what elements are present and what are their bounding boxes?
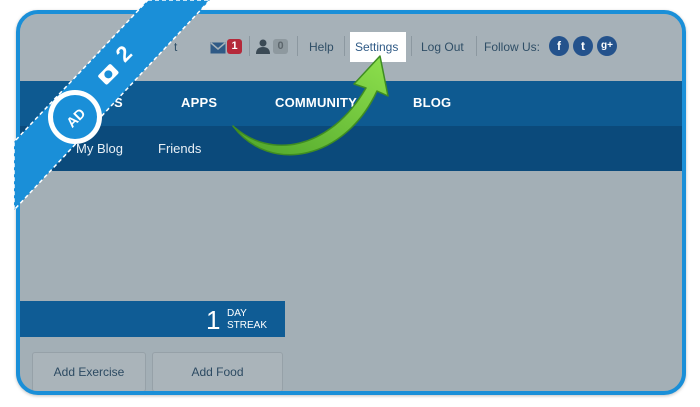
streak-label-bottom: STREAK <box>227 320 268 331</box>
divider <box>344 36 345 56</box>
settings-link[interactable]: Settings <box>350 32 406 62</box>
messages-count-badge: 1 <box>227 39 242 54</box>
divider <box>297 36 298 56</box>
screenshot-frame: t 1 0 Help Settings Log Out Follow Us: f… <box>16 10 686 395</box>
user-icon[interactable] <box>256 39 270 59</box>
streak-count: 1 <box>206 305 221 335</box>
divider <box>249 36 250 56</box>
google-plus-icon[interactable]: g+ <box>597 36 617 56</box>
add-exercise-button[interactable]: Add Exercise <box>32 352 146 391</box>
nav-item-blog[interactable]: BLOG <box>413 95 451 110</box>
settings-label: Settings <box>355 40 399 54</box>
twitter-icon[interactable]: t <box>573 36 593 56</box>
divider <box>476 36 477 56</box>
nav-item-partial[interactable]: S <box>114 95 123 110</box>
help-link[interactable]: Help <box>309 40 334 54</box>
main-nav: S APPS COMMUNITY BLOG <box>20 81 682 126</box>
follow-us-label: Follow Us: <box>484 40 541 54</box>
streak-label-top: DAY <box>227 308 247 319</box>
facebook-icon[interactable]: f <box>549 36 569 56</box>
logout-link[interactable]: Log Out <box>421 40 464 54</box>
account-link-partial[interactable]: t <box>174 40 177 54</box>
mail-icon[interactable] <box>210 41 226 59</box>
add-food-button[interactable]: Add Food <box>152 352 283 391</box>
sub-nav: My Blog Friends <box>20 126 682 171</box>
nav-item-community[interactable]: COMMUNITY <box>275 95 357 110</box>
friend-requests-badge: 0 <box>273 39 288 54</box>
nav-item-apps[interactable]: APPS <box>181 95 217 110</box>
login-streak-bar: 1 DAY STREAK <box>20 301 285 337</box>
divider <box>411 36 412 56</box>
subnav-item-my-blog[interactable]: My Blog <box>76 141 123 156</box>
subnav-item-friends[interactable]: Friends <box>158 141 201 156</box>
